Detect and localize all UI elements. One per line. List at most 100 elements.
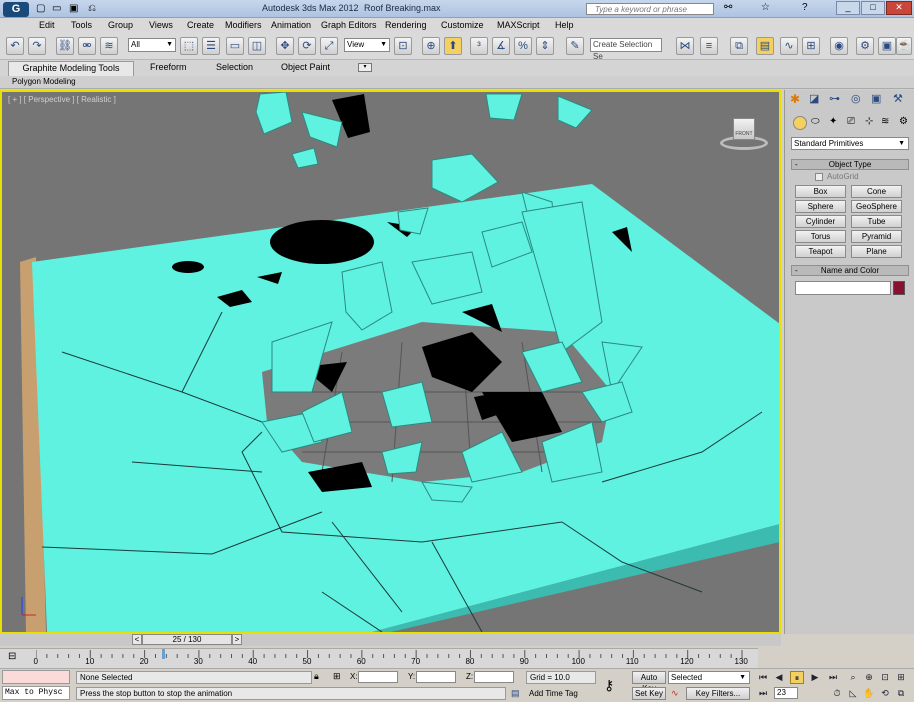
tube-button[interactable]: Tube [851, 215, 902, 228]
star-icon[interactable]: ☆ [761, 2, 770, 13]
menu-maxscript[interactable]: MAXScript [497, 20, 540, 30]
object-color-swatch[interactable] [893, 281, 905, 295]
select-object-icon[interactable]: ⬚ [180, 37, 198, 55]
add-time-tag-label[interactable]: Add Time Tag [529, 689, 578, 698]
teapot-button[interactable]: Teapot [795, 245, 846, 258]
save-file-icon[interactable]: ▣ [69, 3, 78, 14]
box-button[interactable]: Box [795, 185, 846, 198]
new-file-icon[interactable]: ▢ [36, 3, 45, 14]
rotate-icon[interactable]: ⟳ [298, 37, 316, 55]
torus-button[interactable]: Torus [795, 230, 846, 243]
auto-key-button[interactable]: Auto Key [632, 671, 666, 693]
z-coordinate-input[interactable] [474, 671, 514, 683]
rect-region-icon[interactable]: ▭ [226, 37, 244, 55]
maximize-button[interactable]: □ [861, 1, 885, 15]
pyramid-button[interactable]: Pyramid [851, 230, 902, 243]
y-coordinate-input[interactable] [416, 671, 456, 683]
ref-coord-dropdown[interactable]: View ▼ [344, 38, 390, 52]
angle-snap-icon[interactable]: ∡ [492, 37, 510, 55]
manipulate-icon[interactable]: ⊕ [422, 37, 440, 55]
time-slider-thumb[interactable]: 25 / 130 [142, 634, 232, 645]
select-by-name-icon[interactable]: ☰ [202, 37, 220, 55]
track-bar[interactable]: ⊟ 0 10 20 30 40 50 60 70 80 90 100 110 120 130 [0, 648, 758, 668]
selection-filter-dropdown[interactable]: All ▼ [128, 38, 176, 52]
key-mode-dropdown[interactable]: Selected ▼ [668, 671, 750, 684]
keyboard-shortcut-icon[interactable]: ⬆ [444, 37, 462, 55]
modify-tab-icon[interactable]: ◪ [809, 92, 819, 105]
default-tangent-icon[interactable]: ∿ [671, 688, 679, 699]
transform-mode-icon[interactable]: ⊞ [333, 671, 341, 682]
maxscript-listener[interactable] [2, 670, 70, 684]
menu-edit[interactable]: Edit [39, 20, 55, 30]
geosphere-button[interactable]: GeoSphere [851, 200, 902, 213]
undo-quick-icon[interactable]: ⎌ [88, 3, 96, 14]
zoom-extents-all-icon[interactable]: ⊞ [894, 671, 908, 684]
render-setup-icon[interactable]: ⚙ [856, 37, 874, 55]
x-coordinate-input[interactable] [358, 671, 398, 683]
key-mode-toggle-icon[interactable]: ⏭ [756, 687, 770, 700]
current-time-marker[interactable] [162, 649, 165, 659]
go-to-start-icon[interactable]: ⏮ [756, 671, 770, 684]
edit-named-sel-icon[interactable]: ✎ [566, 37, 584, 55]
next-frame-icon[interactable]: ▶ [808, 671, 822, 684]
zoom-extents-icon[interactable]: ⊡ [878, 671, 892, 684]
display-tab-icon[interactable]: ▣ [871, 92, 881, 105]
current-frame-input[interactable]: 23 [774, 687, 798, 699]
menu-group[interactable]: Group [108, 20, 133, 30]
link-icon[interactable]: ⛓ [56, 37, 74, 55]
time-prev-icon[interactable]: < [132, 634, 142, 645]
rendered-frame-icon[interactable]: ▣ [878, 37, 896, 55]
ribbon-sub-label[interactable]: Polygon Modeling [12, 77, 76, 86]
ribbon-tab-freeform[interactable]: Freeform [150, 62, 187, 72]
autogrid-checkbox[interactable] [815, 173, 823, 181]
helpers-icon[interactable]: ⊹ [865, 116, 873, 127]
spacewarps-icon[interactable]: ≋ [881, 116, 889, 127]
name-color-rollout[interactable]: - Name and Color [791, 265, 909, 276]
set-key-icon[interactable]: ⚷ [604, 677, 614, 694]
viewport-label[interactable]: [ + ] [ Perspective ] [ Realistic ] [8, 95, 116, 104]
cone-button[interactable]: Cone [851, 185, 902, 198]
layer-manager-icon[interactable]: ⧉ [730, 37, 748, 55]
app-logo-icon[interactable]: G [3, 2, 29, 17]
ribbon-tab-object-paint[interactable]: Object Paint [281, 62, 330, 72]
sphere-button[interactable]: Sphere [795, 200, 846, 213]
zoom-all-icon[interactable]: ⊕ [862, 671, 876, 684]
menu-views[interactable]: Views [149, 20, 173, 30]
utilities-tab-icon[interactable]: ⚒ [893, 92, 903, 105]
lock-selection-icon[interactable]: 🔒︎ [314, 671, 319, 682]
go-to-end-icon[interactable]: ⏭ [826, 671, 840, 684]
maxscript-label[interactable]: Max to Physc [2, 686, 70, 700]
unlink-icon[interactable]: ⚮ [78, 37, 96, 55]
material-editor-icon[interactable]: ◉ [830, 37, 848, 55]
spinner-snap-icon[interactable]: ⇕ [536, 37, 554, 55]
render-production-icon[interactable]: ☕ [896, 37, 912, 55]
percent-snap-icon[interactable]: % [514, 37, 532, 55]
redo-icon[interactable]: ↷ [28, 37, 46, 55]
pivot-center-icon[interactable]: ⊡ [394, 37, 412, 55]
cylinder-button[interactable]: Cylinder [795, 215, 846, 228]
named-selection-dropdown[interactable]: Create Selection Se [590, 38, 662, 61]
search-input[interactable]: Type a keyword or phrase [586, 3, 714, 15]
curve-editor-icon[interactable]: ∿ [780, 37, 798, 55]
object-type-rollout[interactable]: - Object Type [791, 159, 909, 170]
set-key-button[interactable]: Set Key [632, 687, 666, 700]
menu-animation[interactable]: Animation [271, 20, 311, 30]
menu-customize[interactable]: Customize [441, 20, 484, 30]
time-config-icon[interactable]: ⏱ [830, 687, 844, 700]
object-name-input[interactable] [795, 281, 891, 295]
previous-frame-icon[interactable]: ◀ [772, 671, 786, 684]
menu-create[interactable]: Create [187, 20, 214, 30]
move-icon[interactable]: ✥ [276, 37, 294, 55]
pan-icon[interactable]: ✋ [862, 687, 876, 700]
stop-icon[interactable]: ⏸ [790, 671, 804, 684]
mirror-icon[interactable]: ⋈ [676, 37, 694, 55]
key-filters-button[interactable]: Key Filters... [686, 687, 750, 700]
lights-icon[interactable]: ✦ [829, 116, 837, 127]
binoculars-icon[interactable]: ⚯ [724, 2, 732, 13]
orbit-icon[interactable]: ⟲ [878, 687, 892, 700]
motion-tab-icon[interactable]: ◎ [851, 92, 861, 105]
scale-icon[interactable]: ⤢ [320, 37, 338, 55]
menu-graph-editors[interactable]: Graph Editors [321, 20, 377, 30]
perspective-viewport[interactable]: [ + ] [ Perspective ] [ Realistic ] FRON… [0, 90, 781, 634]
geometry-icon[interactable] [793, 116, 807, 130]
